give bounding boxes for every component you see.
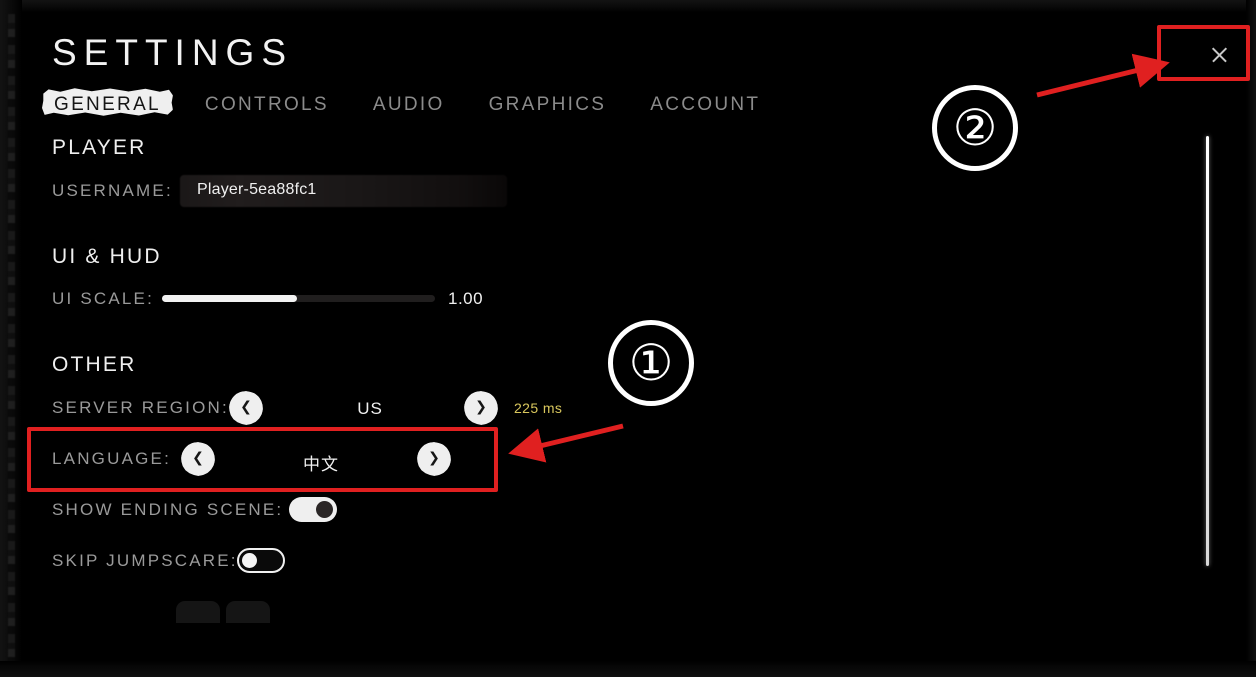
ui-scale-label: UI SCALE: — [52, 289, 154, 308]
cut-off-button-right[interactable] — [226, 601, 270, 623]
tab-general[interactable]: GENERAL — [50, 92, 165, 118]
section-heading-other: OTHER — [52, 353, 137, 376]
annotation-step-2: ② — [932, 85, 1018, 171]
ui-scale-slider[interactable] — [162, 295, 435, 302]
tab-account[interactable]: ACCOUNT — [646, 92, 764, 118]
vertical-scrollbar[interactable] — [1206, 136, 1209, 566]
toggle-knob — [316, 501, 333, 518]
show-ending-scene-toggle[interactable] — [289, 497, 337, 522]
skip-jumpscare-label: SKIP JUMPSCARE: — [52, 551, 238, 570]
row-language: LANGUAGE: — [52, 442, 171, 476]
ui-scale-value: 1.00 — [448, 289, 484, 308]
username-label: USERNAME: — [52, 181, 173, 200]
close-button[interactable] — [1197, 34, 1241, 74]
language-value: 中文 — [303, 455, 339, 475]
chevron-right-icon: ❯ — [428, 450, 440, 466]
row-skip-jumpscare: SKIP JUMPSCARE: — [52, 544, 238, 578]
show-ending-scene-label: SHOW ENDING SCENE: — [52, 500, 284, 519]
username-value: Player-5ea88fc1 — [197, 181, 317, 198]
row-show-ending-scene: SHOW ENDING SCENE: — [52, 493, 283, 527]
language-prev-button[interactable]: ❮ — [181, 442, 215, 476]
row-server-region: SERVER REGION: — [52, 391, 229, 425]
chevron-left-icon: ❮ — [192, 450, 204, 466]
server-region-prev-button[interactable]: ❮ — [229, 391, 263, 425]
window-frame-bottom — [0, 661, 1256, 677]
annotation-step-1: ① — [608, 320, 694, 406]
window-frame-left — [0, 0, 22, 677]
close-icon — [1210, 45, 1229, 64]
cut-off-button-left[interactable] — [176, 601, 220, 623]
section-heading-ui-hud: UI & HUD — [52, 245, 162, 268]
row-username: USERNAME: — [52, 174, 173, 208]
row-ui-scale: UI SCALE: — [52, 282, 154, 316]
server-region-value: US — [357, 399, 383, 418]
skip-jumpscare-toggle[interactable] — [237, 548, 285, 573]
settings-tab-bar: GENERAL CONTROLS AUDIO GRAPHICS ACCOUNT — [50, 92, 800, 118]
language-next-button[interactable]: ❯ — [417, 442, 451, 476]
annotation-arrow-language — [508, 423, 624, 463]
page-title: SETTINGS — [52, 32, 294, 73]
server-region-next-button[interactable]: ❯ — [464, 391, 498, 425]
tab-controls[interactable]: CONTROLS — [201, 92, 333, 118]
server-ping-value: 225 ms — [514, 400, 563, 416]
chevron-left-icon: ❮ — [240, 399, 252, 415]
annotation-arrow-close — [1036, 53, 1170, 98]
language-label: LANGUAGE: — [52, 449, 171, 468]
window-frame-top — [0, 0, 1256, 12]
ui-scale-slider-fill — [162, 295, 297, 302]
server-region-label: SERVER REGION: — [52, 398, 229, 417]
section-heading-player: PLAYER — [52, 136, 147, 159]
window-frame-right — [1246, 0, 1256, 677]
settings-window: SETTINGS GENERAL CONTROLS AUDIO GRAPHICS… — [0, 0, 1256, 677]
toggle-knob — [242, 553, 257, 568]
chevron-right-icon: ❯ — [475, 399, 487, 415]
tab-graphics[interactable]: GRAPHICS — [485, 92, 611, 118]
tab-audio[interactable]: AUDIO — [369, 92, 449, 118]
